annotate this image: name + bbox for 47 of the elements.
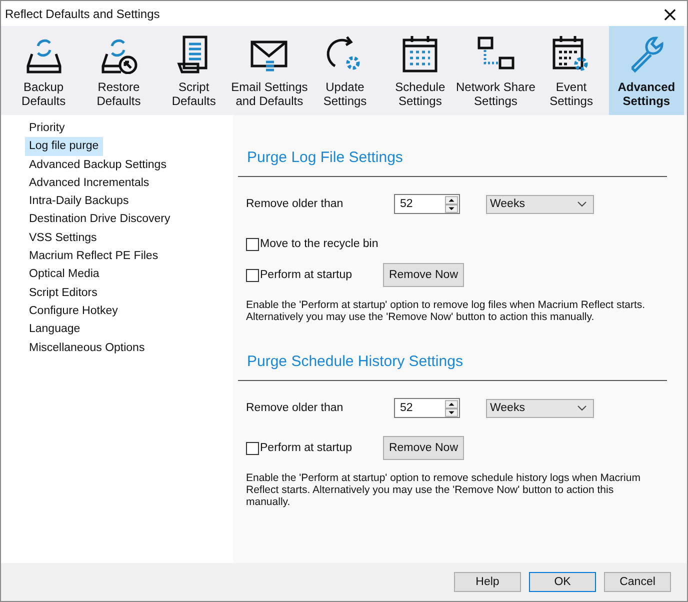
chevron-down-icon (577, 405, 587, 411)
checkbox[interactable]: Perform at startup (246, 442, 383, 454)
toolbar-tab[interactable]: Schedule Settings (382, 26, 458, 115)
unit-dropdown[interactable]: Weeks (486, 398, 594, 418)
help-text: Enable the 'Perform at startup' option to remove schedule history logs when Macrium Reflect starts. Alternatively you may use the 'Remove Now' button to action this manually. (246, 472, 642, 508)
sidebar-item[interactable]: Optical Media (25, 265, 104, 284)
sidebar-item[interactable]: Priority (25, 119, 69, 138)
sidebar-item[interactable]: VSS Settings (25, 228, 101, 248)
checkbox[interactable]: Move to the recycle bin (246, 238, 383, 250)
section-heading: Purge Log File Settings (246, 149, 404, 167)
toolbar-tab[interactable]: Script Defaults (156, 26, 232, 115)
unit-dropdown[interactable]: Weeks (486, 194, 594, 214)
toolbar-tab[interactable]: Email Settings and Defaults (231, 26, 308, 115)
remove-now-button[interactable]: Remove Now (383, 263, 464, 287)
section-heading: Purge Schedule History Settings (246, 353, 464, 371)
close-button[interactable]: × (653, 1, 687, 26)
dialog-button[interactable]: OK (529, 572, 596, 592)
sidebar-item[interactable]: Destination Drive Discovery (25, 210, 174, 229)
toolbar-tab[interactable]: Event Settings (534, 26, 609, 115)
chevron-down-icon (577, 201, 587, 207)
field-label: Remove older than (246, 198, 344, 210)
dialog-button[interactable]: Help (454, 572, 521, 592)
number-spinner[interactable]: 52 (394, 194, 460, 214)
sidebar-item[interactable]: Configure Hotkey (25, 302, 122, 320)
sidebar-item[interactable]: Log file purge (25, 137, 103, 156)
toolbar-tab[interactable]: Advanced Settings (608, 26, 684, 115)
spin-arrows-icon (445, 400, 458, 416)
sidebar-item[interactable]: Language (25, 320, 84, 339)
dialog-button[interactable]: Cancel (604, 572, 671, 592)
sidebar-item[interactable]: Miscellaneous Options (25, 338, 149, 357)
sidebar-item[interactable]: Advanced Incrementals (25, 174, 154, 192)
help-text: Enable the 'Perform at startup' option to remove log files when Macrium Reflect starts. Alternatively you may use the 'Remove Now' button to action this manually. (246, 299, 646, 323)
toolbar-tab[interactable]: Backup Defaults (6, 26, 82, 115)
field-label: Remove older than (246, 402, 344, 414)
toolbar-tab[interactable]: Update Settings (307, 26, 383, 115)
number-spinner[interactable]: 52 (394, 398, 460, 418)
toolbar-tab[interactable]: Restore Defaults (81, 26, 156, 115)
sidebar-item[interactable]: Script Editors (25, 284, 102, 302)
spin-arrows-icon (445, 196, 458, 212)
remove-now-button[interactable]: Remove Now (383, 436, 464, 460)
sidebar-item[interactable]: Macrium Reflect PE Files (25, 247, 162, 266)
window-title: Reflect Defaults and Settings (5, 6, 160, 20)
sidebar-item[interactable]: Advanced Backup Settings (25, 156, 170, 174)
toolbar-tab[interactable]: Network Share Settings (458, 26, 534, 115)
sidebar-item[interactable]: Intra-Daily Backups (25, 192, 133, 210)
checkbox[interactable]: Perform at startup (246, 268, 383, 282)
calendar-icon (400, 34, 440, 74)
